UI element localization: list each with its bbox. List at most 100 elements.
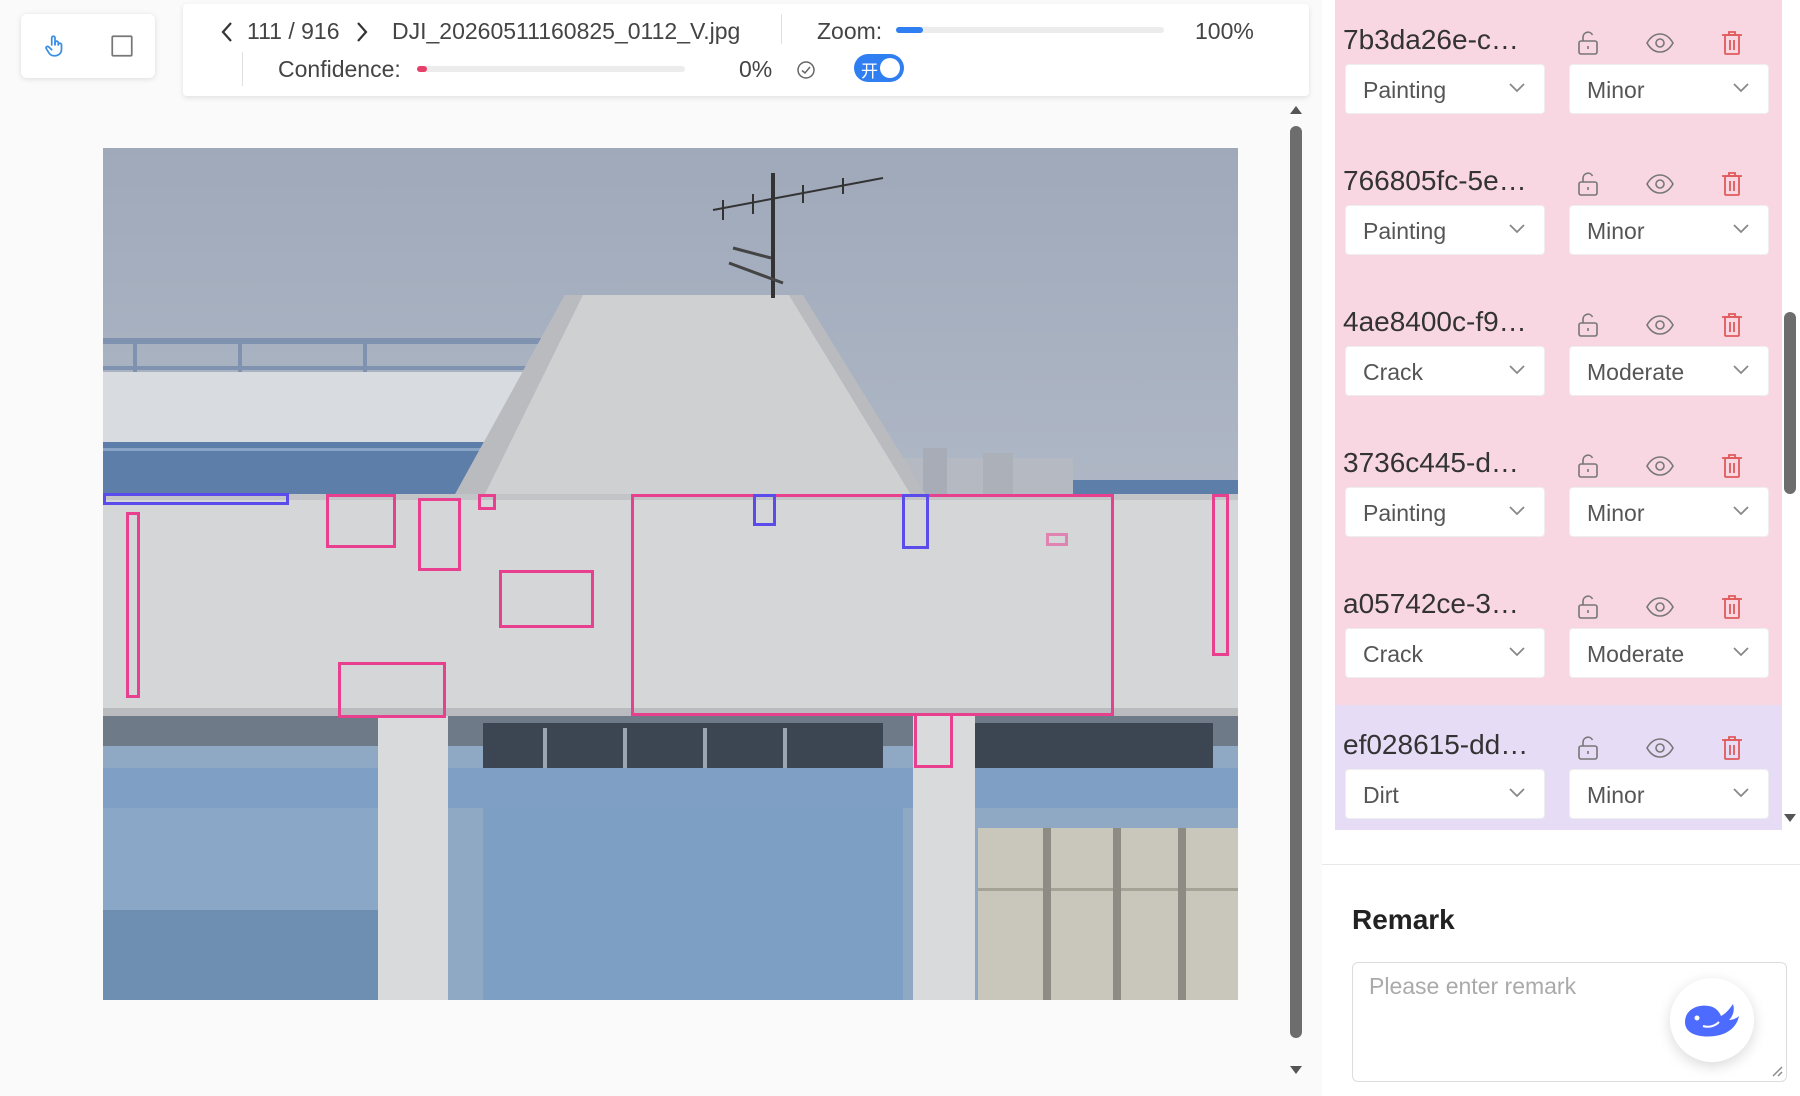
visibility-button[interactable] xyxy=(1643,731,1677,765)
visibility-button[interactable] xyxy=(1643,590,1677,624)
defect-box[interactable] xyxy=(418,498,461,571)
defect-type-value: Dirt xyxy=(1363,782,1399,808)
whale-icon xyxy=(1685,1004,1739,1037)
chevron-down-icon xyxy=(1733,83,1749,93)
pointer-tool-button[interactable] xyxy=(35,26,75,66)
delete-button[interactable] xyxy=(1715,26,1749,60)
defect-type-value: Crack xyxy=(1363,641,1424,667)
severity-select[interactable]: Minor xyxy=(1569,769,1769,819)
severity-select[interactable]: Moderate xyxy=(1569,346,1769,396)
annotation-card[interactable]: ef028615-dd… Dirt Minor xyxy=(1335,705,1782,830)
trash-icon xyxy=(1722,313,1742,337)
visibility-button[interactable] xyxy=(1643,308,1677,342)
annotation-card[interactable]: 7b3da26e-c7… Painting Minor xyxy=(1335,0,1782,141)
toolbar-divider xyxy=(242,52,243,86)
annotation-list-scrollbar[interactable] xyxy=(1780,0,1800,830)
toggle-switch-label: 开 xyxy=(861,62,878,81)
delete-button[interactable] xyxy=(1715,449,1749,483)
lock-button[interactable] xyxy=(1571,590,1605,624)
chevron-down-icon xyxy=(1733,647,1749,657)
defect-type-select[interactable]: Painting xyxy=(1345,64,1545,114)
annotation-id: 7b3da26e-c7… xyxy=(1343,24,1531,55)
annotation-card[interactable]: 766805fc-5e… Painting Minor xyxy=(1335,141,1782,282)
annotation-id: 3736c445-d2… xyxy=(1343,447,1531,478)
defect-box[interactable] xyxy=(478,494,496,510)
defect-type-select[interactable]: Painting xyxy=(1345,487,1545,537)
previous-image-button[interactable] xyxy=(216,18,238,46)
next-image-button[interactable] xyxy=(351,18,373,46)
defect-box[interactable] xyxy=(326,494,396,548)
annotation-list: 7b3da26e-c7… Painting Minor 766805fc-5e… xyxy=(1335,0,1782,830)
image-scrollbar[interactable] xyxy=(1283,100,1309,1080)
page-indicator: 111 / 916 xyxy=(247,18,340,44)
annotation-scroll-thumb[interactable] xyxy=(1784,312,1796,494)
scroll-thumb[interactable] xyxy=(1290,126,1302,1038)
annotation-card[interactable]: 3736c445-d2… Painting Minor xyxy=(1335,423,1782,564)
check-circle-icon[interactable] xyxy=(796,60,816,80)
unlock-icon xyxy=(1578,31,1598,55)
eye-icon xyxy=(1646,597,1674,617)
unlock-icon xyxy=(1578,172,1598,196)
defect-type-value: Crack xyxy=(1363,359,1424,385)
ai-assistant-button[interactable] xyxy=(1670,978,1754,1062)
trash-icon xyxy=(1722,172,1742,196)
eye-icon xyxy=(1646,456,1674,476)
lock-button[interactable] xyxy=(1571,26,1605,60)
visibility-button[interactable] xyxy=(1643,449,1677,483)
annotation-card[interactable]: 4ae8400c-f9… Crack Moderate xyxy=(1335,282,1782,423)
annotation-scroll-down-arrow[interactable] xyxy=(1784,814,1796,822)
severity-select[interactable]: Minor xyxy=(1569,64,1769,114)
chevron-down-icon xyxy=(1733,365,1749,375)
eye-icon xyxy=(1646,174,1674,194)
defect-box[interactable] xyxy=(1046,533,1068,546)
severity-select[interactable]: Minor xyxy=(1569,205,1769,255)
lock-button[interactable] xyxy=(1571,308,1605,342)
visibility-button[interactable] xyxy=(1643,26,1677,60)
defect-box[interactable] xyxy=(338,662,446,718)
delete-button[interactable] xyxy=(1715,308,1749,342)
eye-icon xyxy=(1646,315,1674,335)
defect-box[interactable] xyxy=(1212,494,1229,656)
defect-type-select[interactable]: Painting xyxy=(1345,205,1545,255)
defect-box[interactable] xyxy=(631,494,1114,716)
lock-button[interactable] xyxy=(1571,449,1605,483)
defect-type-select[interactable]: Crack xyxy=(1345,628,1545,678)
zoom-value: 100% xyxy=(1195,18,1254,44)
annotation-id: 4ae8400c-f9… xyxy=(1343,306,1527,337)
annotation-card[interactable]: a05742ce-3e… Crack Moderate xyxy=(1335,564,1782,705)
defect-box[interactable] xyxy=(753,494,776,526)
scroll-up-arrow[interactable] xyxy=(1290,106,1302,114)
resize-grip-icon[interactable] xyxy=(1771,1065,1783,1077)
delete-button[interactable] xyxy=(1715,167,1749,201)
visibility-button[interactable] xyxy=(1643,167,1677,201)
chevron-down-icon xyxy=(1733,506,1749,516)
lock-button[interactable] xyxy=(1571,731,1605,765)
image-toolbar: 111 / 916 DJI_20260511160825_0112_V.jpg … xyxy=(183,4,1309,96)
defect-box[interactable] xyxy=(103,493,289,505)
toggle-switch[interactable]: 开 xyxy=(854,54,904,82)
zoom-slider[interactable] xyxy=(896,27,1164,33)
severity-select[interactable]: Moderate xyxy=(1569,628,1769,678)
toggle-switch-knob xyxy=(880,58,900,78)
defect-box[interactable] xyxy=(126,512,140,698)
confidence-slider[interactable] xyxy=(417,66,685,72)
rectangle-tool-button[interactable] xyxy=(102,26,142,66)
defect-box[interactable] xyxy=(902,494,929,549)
severity-value: Moderate xyxy=(1587,359,1685,385)
defect-type-select[interactable]: Dirt xyxy=(1345,769,1545,819)
chevron-right-icon xyxy=(357,22,368,42)
severity-value: Minor xyxy=(1587,500,1645,526)
defect-box[interactable] xyxy=(499,570,594,628)
lock-button[interactable] xyxy=(1571,167,1605,201)
delete-button[interactable] xyxy=(1715,590,1749,624)
severity-value: Minor xyxy=(1587,77,1645,103)
zoom-slider-fill xyxy=(896,27,923,33)
trash-icon xyxy=(1722,31,1742,55)
inspection-image[interactable] xyxy=(103,148,1238,1000)
defect-type-select[interactable]: Crack xyxy=(1345,346,1545,396)
defect-box[interactable] xyxy=(914,713,953,768)
scroll-down-arrow[interactable] xyxy=(1290,1066,1302,1074)
severity-select[interactable]: Minor xyxy=(1569,487,1769,537)
delete-button[interactable] xyxy=(1715,731,1749,765)
trash-icon xyxy=(1722,454,1742,478)
